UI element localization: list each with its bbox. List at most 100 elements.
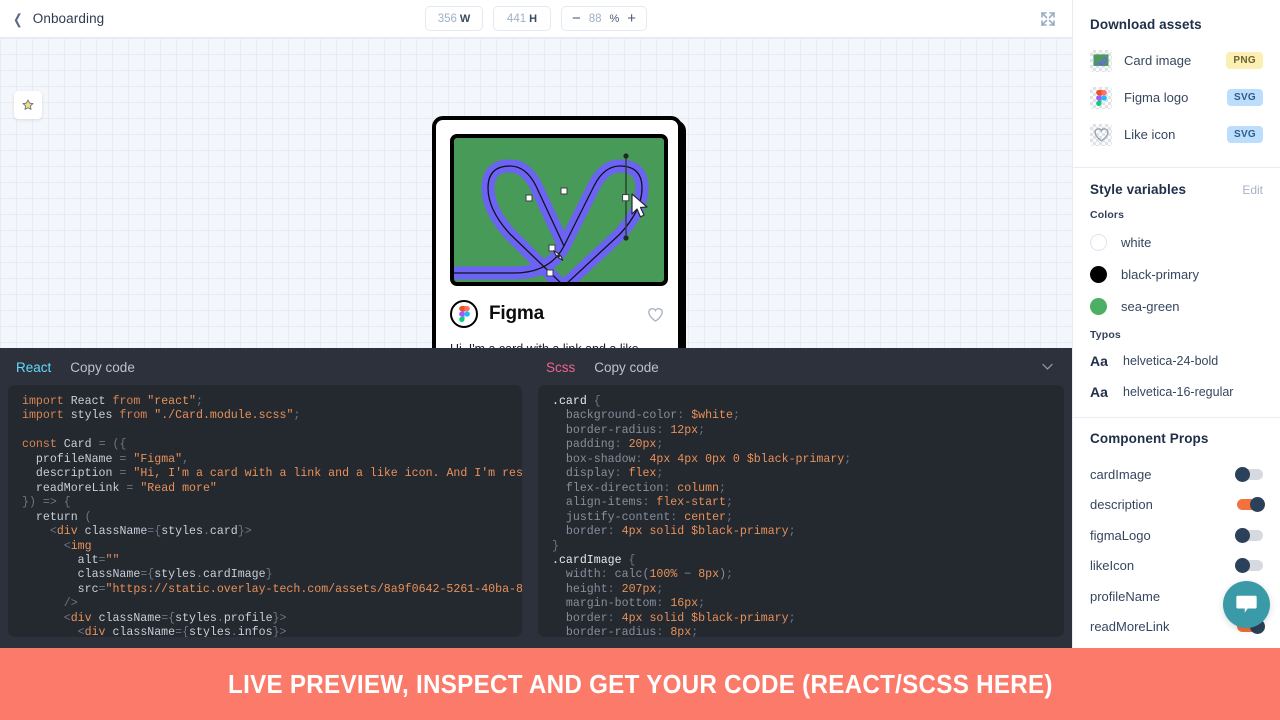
scss-code-scroll-area[interactable]: .card { background-color: $white; border… bbox=[538, 385, 1064, 637]
scss-pane-header: Scss Copy code bbox=[538, 358, 1072, 385]
react-code-text: import React from "react"; import styles… bbox=[10, 395, 522, 637]
fullscreen-expand-button[interactable] bbox=[1038, 9, 1058, 29]
typo-name: helvetica-24-bold bbox=[1123, 354, 1218, 368]
toggle-knob bbox=[1235, 467, 1250, 482]
prop-row[interactable]: description bbox=[1090, 490, 1263, 521]
asset-row[interactable]: Like icon SVG bbox=[1090, 116, 1263, 153]
copy-react-code-button[interactable]: Copy code bbox=[70, 360, 135, 375]
width-unit-label: W bbox=[460, 13, 470, 25]
back-to-project-button[interactable]: ❮ Onboarding bbox=[0, 11, 104, 26]
figma-glyph bbox=[1096, 90, 1107, 106]
download-assets-title: Download assets bbox=[1090, 17, 1263, 32]
scss-code-pane: Scss Copy code .card { background-color:… bbox=[530, 348, 1072, 648]
figma-logo-icon bbox=[450, 300, 478, 328]
download-assets-section: Download assets Card image PNG bbox=[1073, 0, 1280, 153]
prop-name: profileName bbox=[1090, 589, 1160, 604]
typo-variable-row[interactable]: Aa helvetica-24-bold bbox=[1090, 345, 1263, 376]
like-icon[interactable] bbox=[647, 306, 664, 323]
color-name: sea-green bbox=[1121, 299, 1180, 314]
card-image-thumbnail-icon bbox=[1090, 50, 1112, 72]
chevron-down-icon bbox=[1040, 359, 1055, 374]
prop-toggle[interactable] bbox=[1237, 469, 1263, 480]
color-swatch-icon bbox=[1090, 234, 1107, 251]
zoom-level-value: 88 bbox=[589, 13, 602, 25]
color-name: white bbox=[1121, 235, 1151, 250]
asset-row[interactable]: Card image PNG bbox=[1090, 42, 1263, 79]
component-props-title: Component Props bbox=[1090, 431, 1263, 446]
asset-label: Like icon bbox=[1124, 127, 1215, 142]
react-pane-header: React Copy code bbox=[8, 358, 530, 385]
width-field[interactable]: 356 W bbox=[425, 6, 483, 31]
heart-thumbnail-icon bbox=[1090, 124, 1112, 146]
zoom-in-button[interactable]: + bbox=[627, 11, 636, 26]
typo-variable-row[interactable]: Aa helvetica-16-regular bbox=[1090, 376, 1263, 407]
edit-style-variables-button[interactable]: Edit bbox=[1242, 183, 1263, 197]
code-panels: React Copy code import React from "react… bbox=[0, 348, 1072, 648]
height-unit-label: H bbox=[529, 13, 537, 25]
toggle-knob bbox=[1250, 497, 1265, 512]
height-value: 441 bbox=[507, 13, 526, 25]
color-variable-row[interactable]: black-primary bbox=[1090, 258, 1263, 290]
prop-toggle[interactable] bbox=[1237, 530, 1263, 541]
color-variable-row[interactable]: sea-green bbox=[1090, 290, 1263, 322]
chat-support-button[interactable] bbox=[1223, 581, 1270, 628]
colors-subtitle: Colors bbox=[1090, 209, 1263, 221]
typos-subtitle: Typos bbox=[1090, 329, 1263, 341]
asset-format-badge[interactable]: SVG bbox=[1227, 126, 1263, 143]
card-image-preview bbox=[1091, 53, 1111, 68]
zoom-out-button[interactable]: − bbox=[572, 11, 581, 26]
figma-logo-thumbnail-icon bbox=[1090, 87, 1112, 109]
prop-name: cardImage bbox=[1090, 467, 1151, 482]
canvas-size-controls: 356 W 441 H − 88 % + bbox=[0, 6, 1072, 31]
card-profile-row: Figma bbox=[450, 300, 664, 328]
preview-card[interactable]: Figma Hi, I'm a card with a link and a l… bbox=[432, 116, 682, 348]
prop-name: figmaLogo bbox=[1090, 528, 1151, 543]
heart-outline-icon bbox=[647, 306, 664, 323]
asset-label: Figma logo bbox=[1124, 90, 1215, 105]
figma-glyph bbox=[459, 306, 470, 322]
document-title: Onboarding bbox=[33, 11, 105, 26]
color-swatch-icon bbox=[1090, 266, 1107, 283]
prop-row[interactable]: likeIcon bbox=[1090, 551, 1263, 582]
collapse-code-panel-button[interactable] bbox=[1040, 359, 1055, 377]
height-field[interactable]: 441 H bbox=[493, 6, 551, 31]
asset-format-badge[interactable]: SVG bbox=[1227, 89, 1263, 106]
chat-bubble-icon bbox=[1235, 594, 1258, 615]
favorite-button[interactable] bbox=[14, 91, 42, 119]
prop-row[interactable]: figmaLogo bbox=[1090, 520, 1263, 551]
react-code-pane: React Copy code import React from "react… bbox=[0, 348, 530, 648]
react-code-scroll-area[interactable]: import React from "react"; import styles… bbox=[8, 385, 522, 637]
app-root: ❮ Onboarding 356 W 441 H − 88 % + bbox=[0, 0, 1280, 720]
prop-toggle[interactable] bbox=[1237, 560, 1263, 571]
style-variables-section: Style variables Edit Colors white black-… bbox=[1073, 168, 1280, 407]
asset-format-badge[interactable]: PNG bbox=[1226, 52, 1263, 69]
star-icon bbox=[21, 98, 35, 112]
card-image bbox=[450, 134, 668, 286]
color-variable-row[interactable]: white bbox=[1090, 226, 1263, 258]
card-description-line-1: Hi, I'm a card with a link and a like ic… bbox=[450, 339, 664, 348]
color-swatch-icon bbox=[1090, 298, 1107, 315]
zoom-percent-label: % bbox=[610, 13, 620, 25]
prop-toggle[interactable] bbox=[1237, 499, 1263, 510]
card-description: Hi, I'm a card with a link and a like ic… bbox=[450, 339, 664, 348]
toggle-knob bbox=[1235, 528, 1250, 543]
scss-code-text: .card { background-color: $white; border… bbox=[540, 395, 1064, 637]
copy-scss-code-button[interactable]: Copy code bbox=[594, 360, 659, 375]
prop-row[interactable]: cardImage bbox=[1090, 459, 1263, 490]
tab-scss[interactable]: Scss bbox=[546, 360, 575, 375]
prop-name: description bbox=[1090, 497, 1153, 512]
typo-sample-icon: Aa bbox=[1090, 384, 1110, 400]
bottom-caption-banner: LIVE PREVIEW, INSPECT AND GET YOUR CODE … bbox=[0, 648, 1280, 720]
main-column: ❮ Onboarding 356 W 441 H − 88 % + bbox=[0, 0, 1072, 648]
prop-name: likeIcon bbox=[1090, 558, 1134, 573]
top-toolbar: ❮ Onboarding 356 W 441 H − 88 % + bbox=[0, 0, 1072, 38]
preview-canvas[interactable]: Figma Hi, I'm a card with a link and a l… bbox=[0, 38, 1072, 348]
typo-name: helvetica-16-regular bbox=[1123, 385, 1233, 399]
asset-row[interactable]: Figma logo SVG bbox=[1090, 79, 1263, 116]
style-variables-title: Style variables bbox=[1090, 182, 1186, 197]
tab-react[interactable]: React bbox=[16, 360, 51, 375]
chevron-left-icon: ❮ bbox=[13, 12, 22, 26]
asset-label: Card image bbox=[1124, 53, 1214, 68]
heart-outline-icon bbox=[1093, 127, 1110, 142]
right-sidebar: Download assets Card image PNG bbox=[1072, 0, 1280, 648]
